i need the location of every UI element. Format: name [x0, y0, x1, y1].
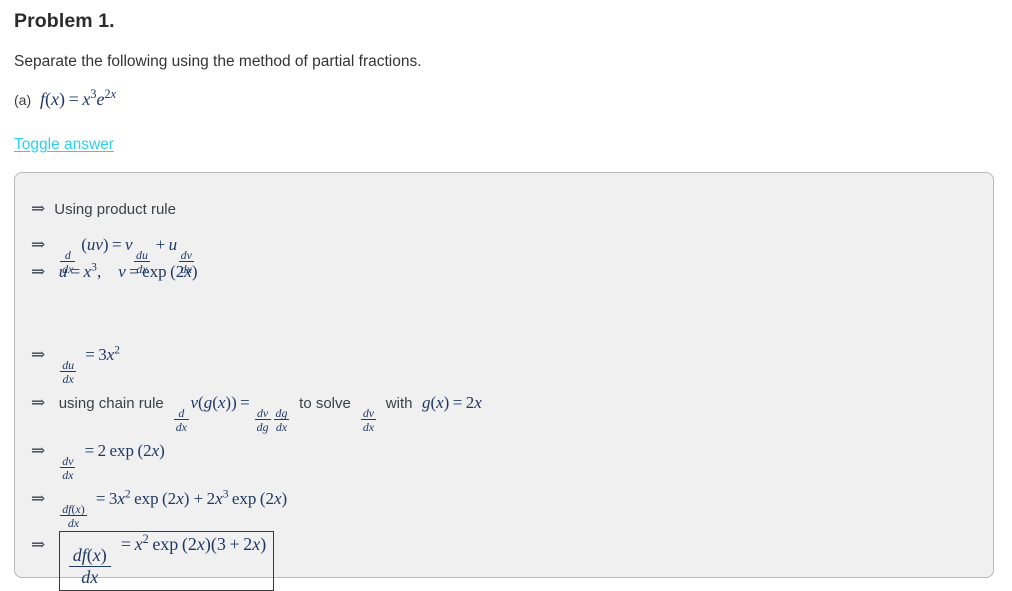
- chain-rule-text-before: using chain rule: [58, 395, 164, 412]
- implies-icon: ⇒: [31, 345, 46, 364]
- part-a-line: (a) f(x) = x3e2x: [14, 87, 117, 110]
- implies-icon: ⇒: [31, 441, 46, 460]
- du-dx-equation: du dx = 3x2: [60, 343, 121, 386]
- u-v-definitions: u = x3, v = exp (2x): [58, 260, 198, 281]
- problem-prompt: Separate the following using the method …: [14, 53, 422, 70]
- answer-line-df-dx-final: ⇒ df(x) dx = x2 exp (2x)(3 + 2x): [31, 531, 275, 591]
- answer-panel: ⇒ Using product rule ⇒ d dx (uv) = v du dx +…: [14, 172, 994, 591]
- chain-rule-formula: d dx v(g(x)) = dv dg dg dx: [173, 393, 290, 434]
- answer-line-product-rule-statement: ⇒ Using product rule: [31, 199, 176, 219]
- implies-icon: ⇒: [31, 393, 46, 412]
- page-title: Problem 1.: [14, 10, 115, 32]
- chain-rule-text-after: with: [385, 395, 413, 412]
- implies-icon: ⇒: [31, 535, 46, 554]
- answer-line-chain-rule: ⇒ using chain rule d dx v(g(x)) = dv dg dg dx…: [31, 393, 482, 433]
- final-answer-box: df(x) dx = x2 exp (2x)(3 + 2x): [58, 531, 275, 591]
- implies-icon: ⇒: [31, 262, 46, 281]
- product-rule-text: Using product rule: [54, 201, 176, 218]
- df-dx-expanded-equation: df(x) dx = 3x2 exp (2x) + 2x3 exp (2x): [60, 487, 288, 530]
- df-dx-final-equation: df(x) dx = x2 exp (2x)(3 + 2x): [67, 533, 266, 587]
- dv-dx-equation: dv dx = 2 exp (2x): [60, 441, 165, 482]
- implies-icon: ⇒: [31, 489, 46, 508]
- answer-line-u-v-definitions: ⇒ u = x3, v = exp (2x): [31, 260, 198, 282]
- implies-icon: ⇒: [31, 199, 46, 218]
- answer-line-du-dx: ⇒ du dx = 3x2: [31, 343, 121, 386]
- chain-rule-g-definition: g(x) = 2x: [421, 393, 482, 412]
- product-rule-formula: d dx (uv) = v du dx + u dv dx: [60, 235, 194, 276]
- part-a-label: (a): [14, 92, 32, 108]
- part-a-equation: f(x) = x3e2x: [40, 87, 117, 109]
- implies-icon: ⇒: [31, 235, 46, 254]
- answer-line-df-dx-expanded: ⇒ df(x) dx = 3x2 exp (2x) + 2x3 exp (2x): [31, 487, 288, 530]
- toggle-answer-link[interactable]: Toggle answer: [14, 136, 114, 154]
- chain-rule-target: dv dx: [360, 405, 377, 434]
- page-root: Problem 1. Separate the following using …: [0, 0, 1012, 591]
- answer-line-dv-dx: ⇒ dv dx = 2 exp (2x): [31, 441, 165, 481]
- chain-rule-text-middle: to solve: [299, 395, 351, 412]
